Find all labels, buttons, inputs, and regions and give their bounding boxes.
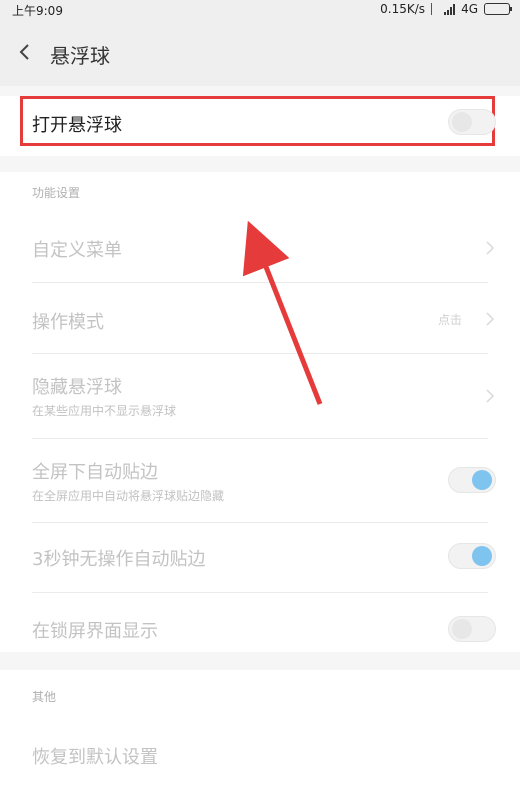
arrow-line [242,220,323,405]
annotation-arrow [242,220,323,405]
